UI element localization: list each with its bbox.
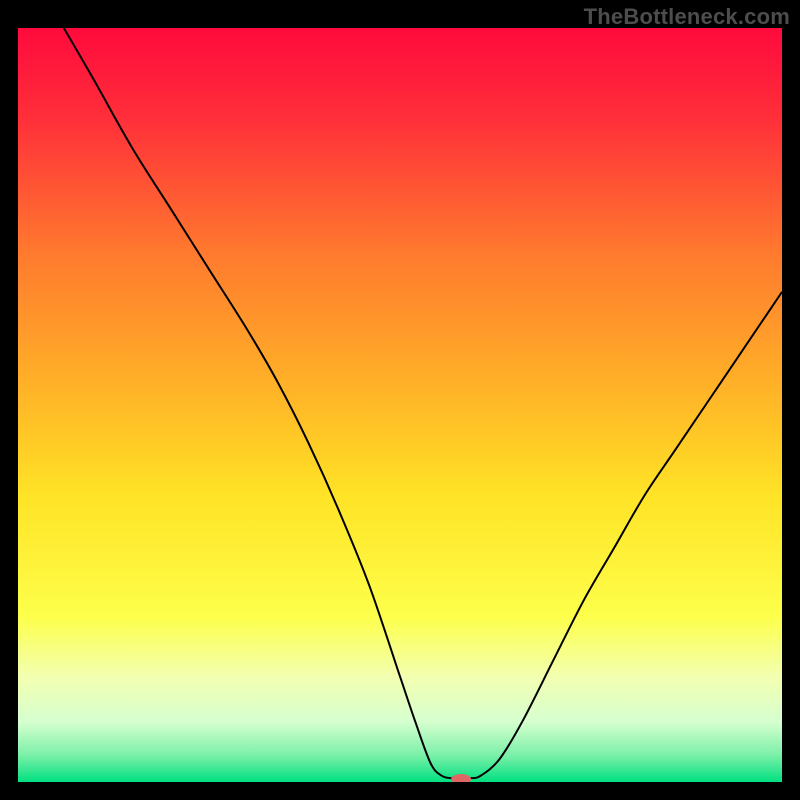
watermark-text: TheBottleneck.com	[584, 4, 790, 30]
chart-background	[18, 28, 782, 782]
bottleneck-chart	[18, 28, 782, 782]
chart-frame: TheBottleneck.com	[0, 0, 800, 800]
